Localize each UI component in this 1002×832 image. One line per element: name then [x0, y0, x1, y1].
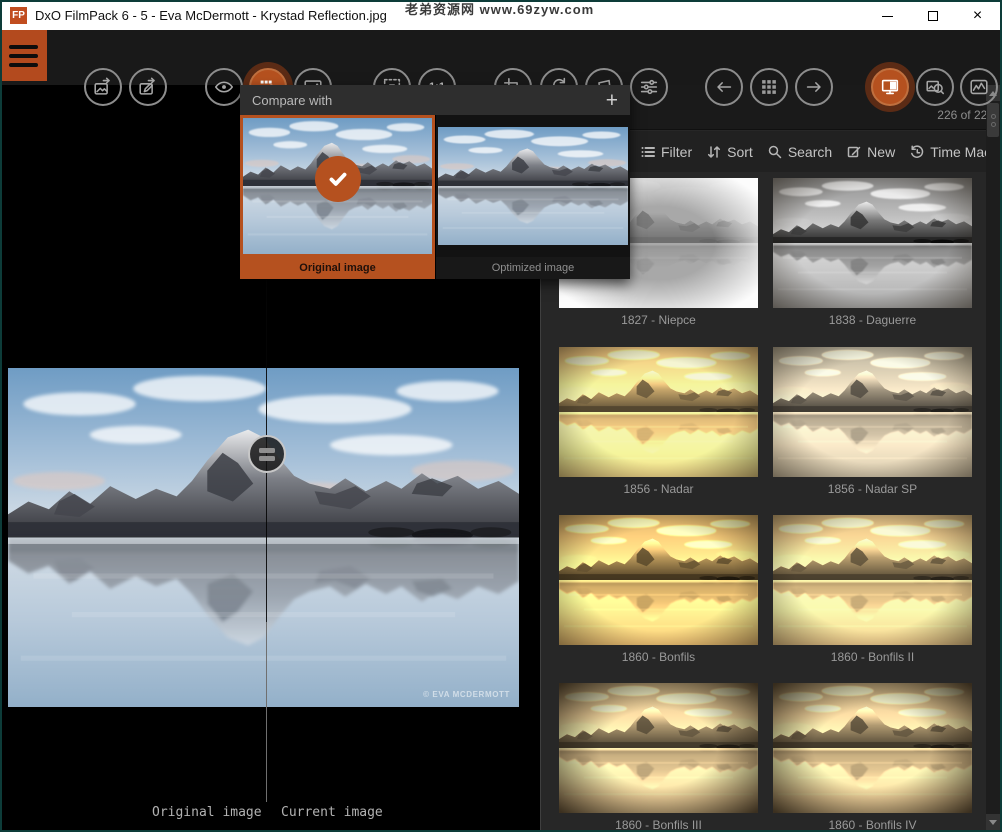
split-divider-line-lower: [266, 622, 267, 802]
export-image-icon: [92, 76, 114, 98]
minimize-button[interactable]: [865, 2, 910, 30]
preset-label: 1860 - Bonfils: [559, 650, 758, 664]
hamburger-icon: [9, 45, 38, 49]
split-label-current: Current image: [281, 805, 383, 820]
app-window: FP DxO FilmPack 6 - 5 - Eva McDermott - …: [0, 0, 1002, 832]
hamburger-menu-button[interactable]: [0, 30, 47, 81]
sort-button[interactable]: Sort: [706, 144, 753, 160]
new-label: New: [867, 144, 895, 160]
app-logo: FP: [10, 7, 27, 24]
compare-item-optimized[interactable]: Optimized image: [435, 115, 630, 279]
minimize-icon: [882, 16, 893, 17]
split-label-original: Original image: [152, 805, 262, 820]
nav-forward-button[interactable]: [795, 68, 833, 106]
new-preset-icon: [846, 144, 862, 160]
compare-item-original[interactable]: Original image: [240, 115, 435, 279]
selected-check-badge: [315, 156, 361, 202]
preset-bonfils-2[interactable]: 1860 - Bonfils II: [773, 515, 972, 664]
preset-bonfils[interactable]: 1860 - Bonfils: [559, 515, 758, 664]
window-title: DxO FilmPack 6 - 5 - Eva McDermott - Kry…: [35, 8, 387, 23]
preset-label: 1838 - Daguerre: [773, 313, 972, 327]
eye-icon: [213, 76, 235, 98]
watermark-text: 老弟资源网 www.69zyw.com: [405, 0, 594, 18]
nav-back-button[interactable]: [705, 68, 743, 106]
grid-icon: [758, 76, 780, 98]
preset-nadar[interactable]: 1856 - Nadar: [559, 347, 758, 496]
search-button[interactable]: Search: [767, 144, 832, 160]
compare-with-panel: Compare with + Original image Optimized …: [240, 85, 630, 279]
adjustments-icon: [638, 76, 660, 98]
sort-label: Sort: [727, 144, 753, 160]
split-compare-handle[interactable]: [248, 435, 286, 473]
compare-item-label: Original image: [240, 257, 435, 279]
preset-label: 1856 - Nadar SP: [773, 482, 972, 496]
loupe-icon: [924, 76, 946, 98]
preset-nadar-sp[interactable]: 1856 - Nadar SP: [773, 347, 972, 496]
split-labels: Original image Current image: [0, 805, 540, 827]
histogram-icon: [968, 76, 990, 98]
maximize-button[interactable]: [910, 2, 955, 30]
compare-panel-header: Compare with +: [240, 85, 630, 115]
scroll-down-icon: [989, 820, 997, 825]
filter-button[interactable]: Filter: [640, 144, 692, 160]
preset-daguerre[interactable]: 1838 - Daguerre: [773, 178, 972, 327]
export-edit-button[interactable]: [129, 68, 167, 106]
sort-icon: [706, 144, 722, 160]
toolbar: 1:1 90°: [0, 30, 1002, 85]
new-preset-button[interactable]: New: [846, 144, 895, 160]
preset-label: 1860 - Bonfils II: [773, 650, 972, 664]
filter-list-icon: [640, 144, 656, 160]
preset-scrollbar[interactable]: [986, 85, 1000, 830]
titlebar: FP DxO FilmPack 6 - 5 - Eva McDermott - …: [0, 0, 1002, 30]
search-label: Search: [788, 144, 832, 160]
histogram-button[interactable]: [960, 68, 998, 106]
window-controls: ×: [865, 2, 1000, 30]
display-mode-button[interactable]: [871, 68, 909, 106]
browse-grid-button[interactable]: [750, 68, 788, 106]
close-icon: ×: [973, 8, 982, 24]
compare-panel-body: Original image Optimized image: [240, 115, 630, 279]
photo-copyright: © EVA MCDERMOTT: [423, 690, 510, 699]
arrow-left-icon: [713, 76, 735, 98]
preset-label: 1860 - Bonfils III: [559, 818, 758, 832]
close-button[interactable]: ×: [955, 2, 1000, 30]
export-edit-icon: [137, 76, 159, 98]
scrollbar-thumb[interactable]: [987, 103, 999, 137]
export-image-button[interactable]: [84, 68, 122, 106]
preset-label: 1860 - Bonfils IV: [773, 818, 972, 832]
loupe-button[interactable]: [916, 68, 954, 106]
time-machine-icon: [909, 144, 925, 160]
adjustments-button[interactable]: [630, 68, 668, 106]
compare-panel-title: Compare with: [252, 93, 606, 108]
arrow-right-icon: [803, 76, 825, 98]
add-compare-button[interactable]: +: [606, 90, 618, 111]
preset-bonfils-4[interactable]: 1860 - Bonfils IV: [773, 683, 972, 832]
preset-label: 1827 - Niepce: [559, 313, 758, 327]
compare-item-label: Optimized image: [436, 257, 630, 279]
preview-eye-button[interactable]: [205, 68, 243, 106]
filter-label: Filter: [661, 144, 692, 160]
monitor-icon: [879, 76, 901, 98]
scroll-down-button[interactable]: [986, 814, 1000, 830]
main-photo: © EVA MCDERMOTT: [8, 368, 519, 707]
search-icon: [767, 144, 783, 160]
maximize-icon: [928, 11, 938, 21]
preset-label: 1856 - Nadar: [559, 482, 758, 496]
preset-bonfils-3[interactable]: 1860 - Bonfils III: [559, 683, 758, 832]
